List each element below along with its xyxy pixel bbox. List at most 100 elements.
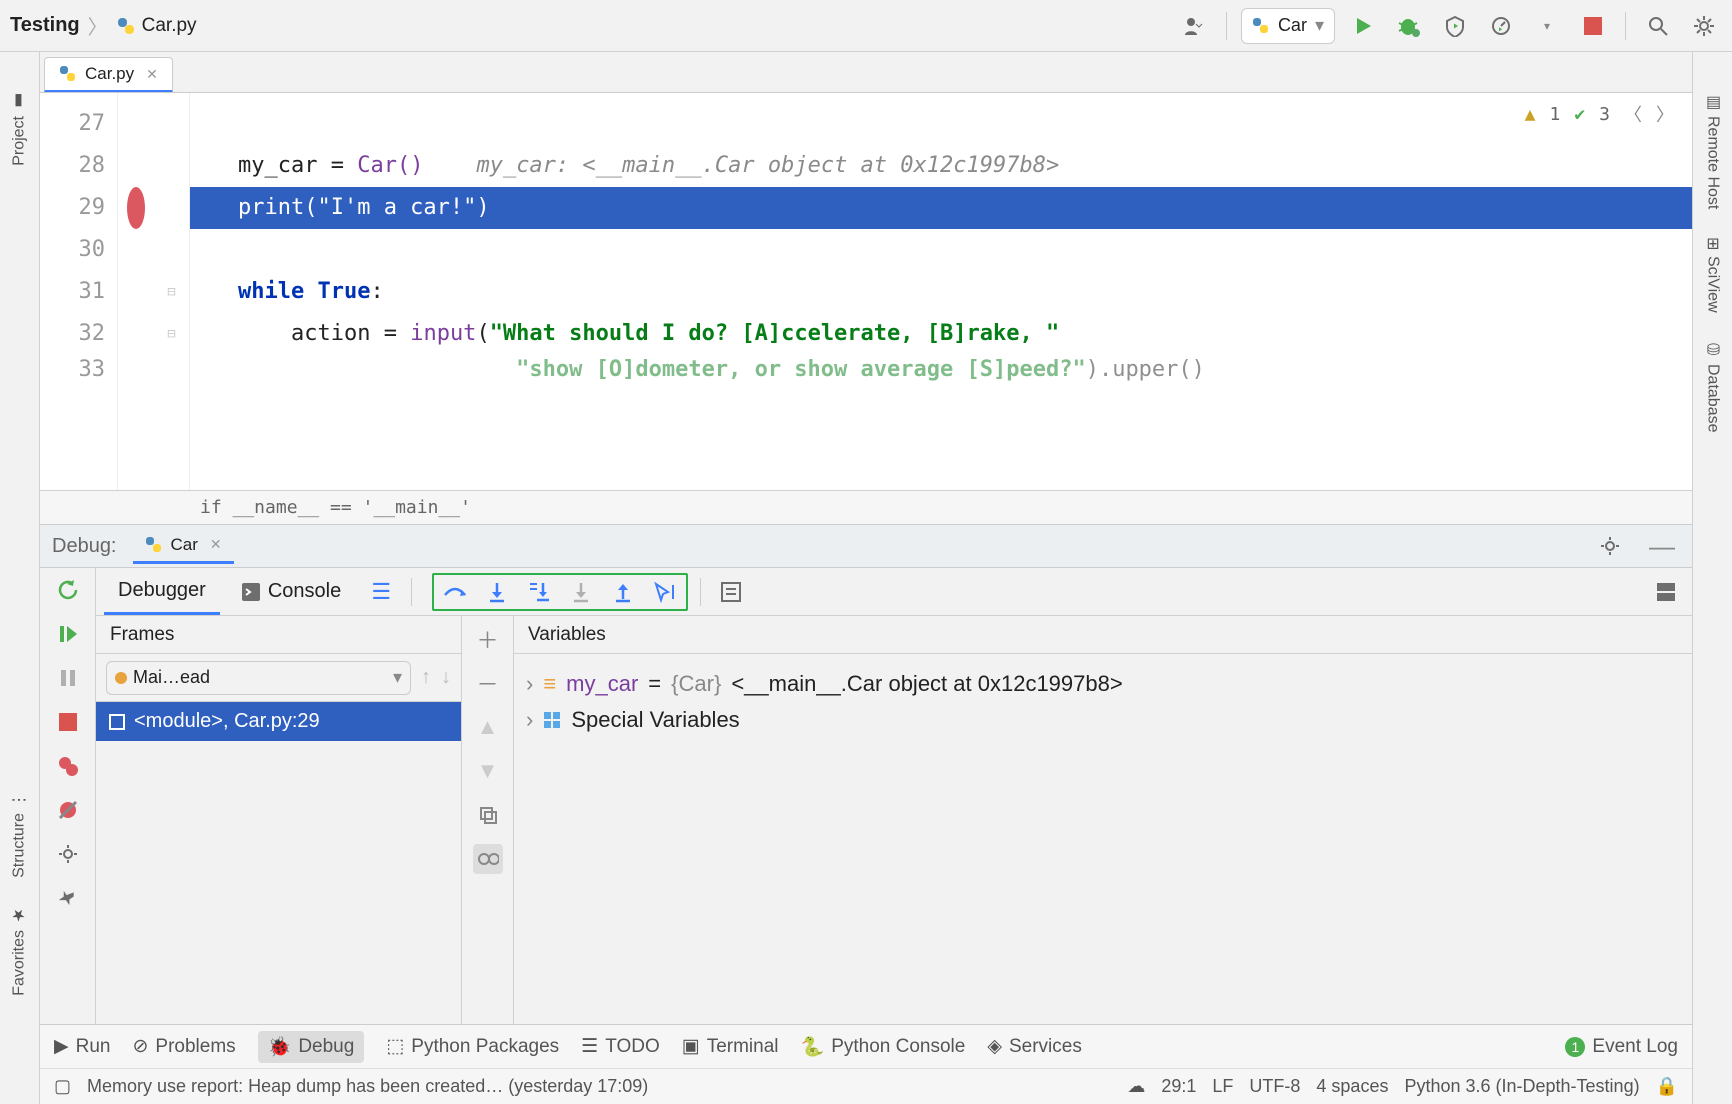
structure-tool-button[interactable]: Structure⋮ bbox=[10, 792, 29, 878]
next-frame-icon[interactable]: ↓ bbox=[441, 666, 451, 689]
terminal-tool-tab[interactable]: ▣Terminal bbox=[682, 1035, 779, 1058]
prev-frame-icon[interactable]: ↑ bbox=[421, 666, 431, 689]
problems-tool-tab[interactable]: ⊘Problems bbox=[132, 1035, 235, 1058]
remove-watch-icon[interactable]: － bbox=[473, 668, 503, 698]
vars-toolbar: ＋ － ▲ ▼ bbox=[462, 616, 514, 1024]
debug-tool-tab[interactable]: 🐞Debug bbox=[258, 1031, 365, 1063]
layout-icon[interactable] bbox=[1648, 574, 1684, 610]
frame-item[interactable]: <module>, Car.py:29 bbox=[96, 702, 461, 741]
bug-icon: 🐞 bbox=[268, 1035, 292, 1059]
todo-tool-tab[interactable]: ☰TODO bbox=[581, 1035, 660, 1058]
user-icon[interactable] bbox=[1176, 8, 1212, 44]
resume-icon[interactable] bbox=[54, 620, 82, 648]
bottom-tool-strip: ▶Run ⊘Problems 🐞Debug ⬚Python Packages ☰… bbox=[40, 1024, 1692, 1068]
debug-tabs: Debugger Console ☰ bbox=[96, 568, 1692, 616]
breakpoint-icon[interactable] bbox=[127, 187, 145, 229]
step-out-icon[interactable] bbox=[606, 577, 640, 607]
show-watches-icon[interactable] bbox=[473, 844, 503, 874]
rerun-icon[interactable] bbox=[54, 576, 82, 604]
variables-tree[interactable]: › ≡ my_car = {Car} <__main__.Car object … bbox=[514, 654, 1692, 1024]
chevron-down-icon[interactable]: 〉 bbox=[1656, 101, 1674, 127]
coverage-button[interactable] bbox=[1437, 8, 1473, 44]
cursor-position[interactable]: 29:1 bbox=[1161, 1076, 1196, 1097]
step-into-icon[interactable] bbox=[480, 577, 514, 607]
close-tab-icon[interactable]: ✕ bbox=[146, 66, 158, 83]
close-icon[interactable]: ✕ bbox=[210, 536, 222, 553]
move-up-icon[interactable]: ▲ bbox=[473, 712, 503, 742]
frames-title: Frames bbox=[96, 616, 461, 654]
variable-row[interactable]: › Special Variables bbox=[526, 702, 1680, 738]
services-tool-tab[interactable]: ◈Services bbox=[987, 1035, 1081, 1058]
stop-debug-icon[interactable] bbox=[54, 708, 82, 736]
pause-icon[interactable] bbox=[54, 664, 82, 692]
packages-tool-tab[interactable]: ⬚Python Packages bbox=[386, 1035, 559, 1058]
profile-button[interactable] bbox=[1483, 8, 1519, 44]
fold-marker-icon[interactable]: ⊟ bbox=[154, 313, 189, 355]
debug-session-tab[interactable]: Car ✕ bbox=[133, 529, 234, 564]
move-down-icon[interactable]: ▼ bbox=[473, 756, 503, 786]
evaluate-expression-icon[interactable] bbox=[713, 574, 749, 610]
pin-icon[interactable] bbox=[54, 884, 82, 912]
remote-icon: ▤ bbox=[1703, 92, 1722, 111]
warning-icon: ▲ bbox=[1525, 104, 1536, 125]
run-to-cursor-icon[interactable] bbox=[648, 577, 682, 607]
run-button[interactable] bbox=[1345, 8, 1381, 44]
inspection-widget[interactable]: ▲1 ✔3 〈 〉 bbox=[1525, 101, 1674, 127]
run-tool-tab[interactable]: ▶Run bbox=[54, 1035, 110, 1058]
threads-icon[interactable]: ☰ bbox=[363, 574, 399, 610]
editor-tab-car[interactable]: Car.py ✕ bbox=[44, 57, 173, 93]
thread-selector[interactable]: Mai…ead ▾ bbox=[106, 661, 411, 695]
search-icon[interactable] bbox=[1640, 8, 1676, 44]
encoding[interactable]: UTF-8 bbox=[1249, 1076, 1300, 1097]
thread-label: Mai…ead bbox=[133, 667, 387, 688]
lock-icon[interactable]: 🔒 bbox=[1656, 1076, 1678, 1097]
frame-icon bbox=[108, 713, 126, 731]
view-breakpoints-icon[interactable] bbox=[54, 752, 82, 780]
breakpoint-gutter[interactable] bbox=[118, 93, 154, 490]
event-log-tab[interactable]: 1Event Log bbox=[1565, 1036, 1678, 1058]
frames-list[interactable]: <module>, Car.py:29 bbox=[96, 702, 461, 1024]
pyconsole-tool-tab[interactable]: 🐍Python Console bbox=[801, 1035, 966, 1059]
debug-gear-icon[interactable] bbox=[1592, 528, 1628, 564]
step-into-my-code-icon[interactable] bbox=[522, 577, 556, 607]
special-vars-icon bbox=[543, 711, 561, 729]
add-watch-icon[interactable]: ＋ bbox=[473, 624, 503, 654]
variable-row[interactable]: › ≡ my_car = {Car} <__main__.Car object … bbox=[526, 666, 1680, 702]
debugger-tab[interactable]: Debugger bbox=[104, 569, 220, 615]
line-separator[interactable]: LF bbox=[1212, 1076, 1233, 1097]
database-button[interactable]: ⛁Database bbox=[1703, 340, 1722, 433]
gear-icon[interactable] bbox=[1686, 8, 1722, 44]
current-exec-line: print("I'm a car!") bbox=[190, 187, 1692, 229]
status-message[interactable]: Memory use report: Heap dump has been cr… bbox=[87, 1076, 648, 1097]
hide-debug-icon[interactable]: — bbox=[1644, 528, 1680, 564]
sciview-button[interactable]: ⊞SciView bbox=[1703, 237, 1722, 312]
mute-breakpoints-icon[interactable] bbox=[54, 796, 82, 824]
console-icon bbox=[242, 583, 260, 601]
expand-icon[interactable]: › bbox=[526, 671, 533, 697]
debug-button[interactable] bbox=[1391, 8, 1427, 44]
sdk[interactable]: Python 3.6 (In-Depth-Testing) bbox=[1404, 1076, 1639, 1097]
cloud-icon[interactable]: ☁ bbox=[1127, 1076, 1145, 1097]
indent[interactable]: 4 spaces bbox=[1316, 1076, 1388, 1097]
code-editor[interactable]: 27282930313233 ⊟⊟ ▲1 ✔3 〈 〉 my_car = Car… bbox=[40, 92, 1692, 490]
code-area[interactable]: ▲1 ✔3 〈 〉 my_car = Car() my_car: <__main… bbox=[190, 93, 1692, 490]
sciview-icon: ⊞ bbox=[1703, 237, 1722, 250]
fold-marker-icon[interactable]: ⊟ bbox=[154, 271, 189, 313]
expand-icon[interactable]: › bbox=[526, 707, 533, 733]
more-run-icon[interactable]: ▾ bbox=[1529, 8, 1565, 44]
favorites-tool-button[interactable]: Favorites★ bbox=[10, 906, 29, 996]
breadcrumb-project[interactable]: Testing bbox=[10, 14, 80, 37]
force-step-into-icon[interactable] bbox=[564, 577, 598, 607]
breadcrumb-file[interactable]: Car.py bbox=[116, 15, 197, 37]
console-tab[interactable]: Console bbox=[228, 570, 355, 613]
copy-icon[interactable] bbox=[473, 800, 503, 830]
run-config-selector[interactable]: Car ▾ bbox=[1241, 8, 1335, 44]
debug-tool-window: Debugger Console ☰ bbox=[40, 568, 1692, 1024]
step-over-icon[interactable] bbox=[438, 577, 472, 607]
chevron-up-icon[interactable]: 〈 bbox=[1624, 101, 1642, 127]
remote-host-button[interactable]: ▤Remote Host bbox=[1703, 92, 1722, 209]
debug-settings-icon[interactable] bbox=[54, 840, 82, 868]
breadcrumb-context[interactable]: if __name__ == '__main__' bbox=[40, 490, 1692, 524]
stop-button[interactable] bbox=[1575, 8, 1611, 44]
project-tool-button[interactable]: Project▮ bbox=[10, 92, 29, 166]
